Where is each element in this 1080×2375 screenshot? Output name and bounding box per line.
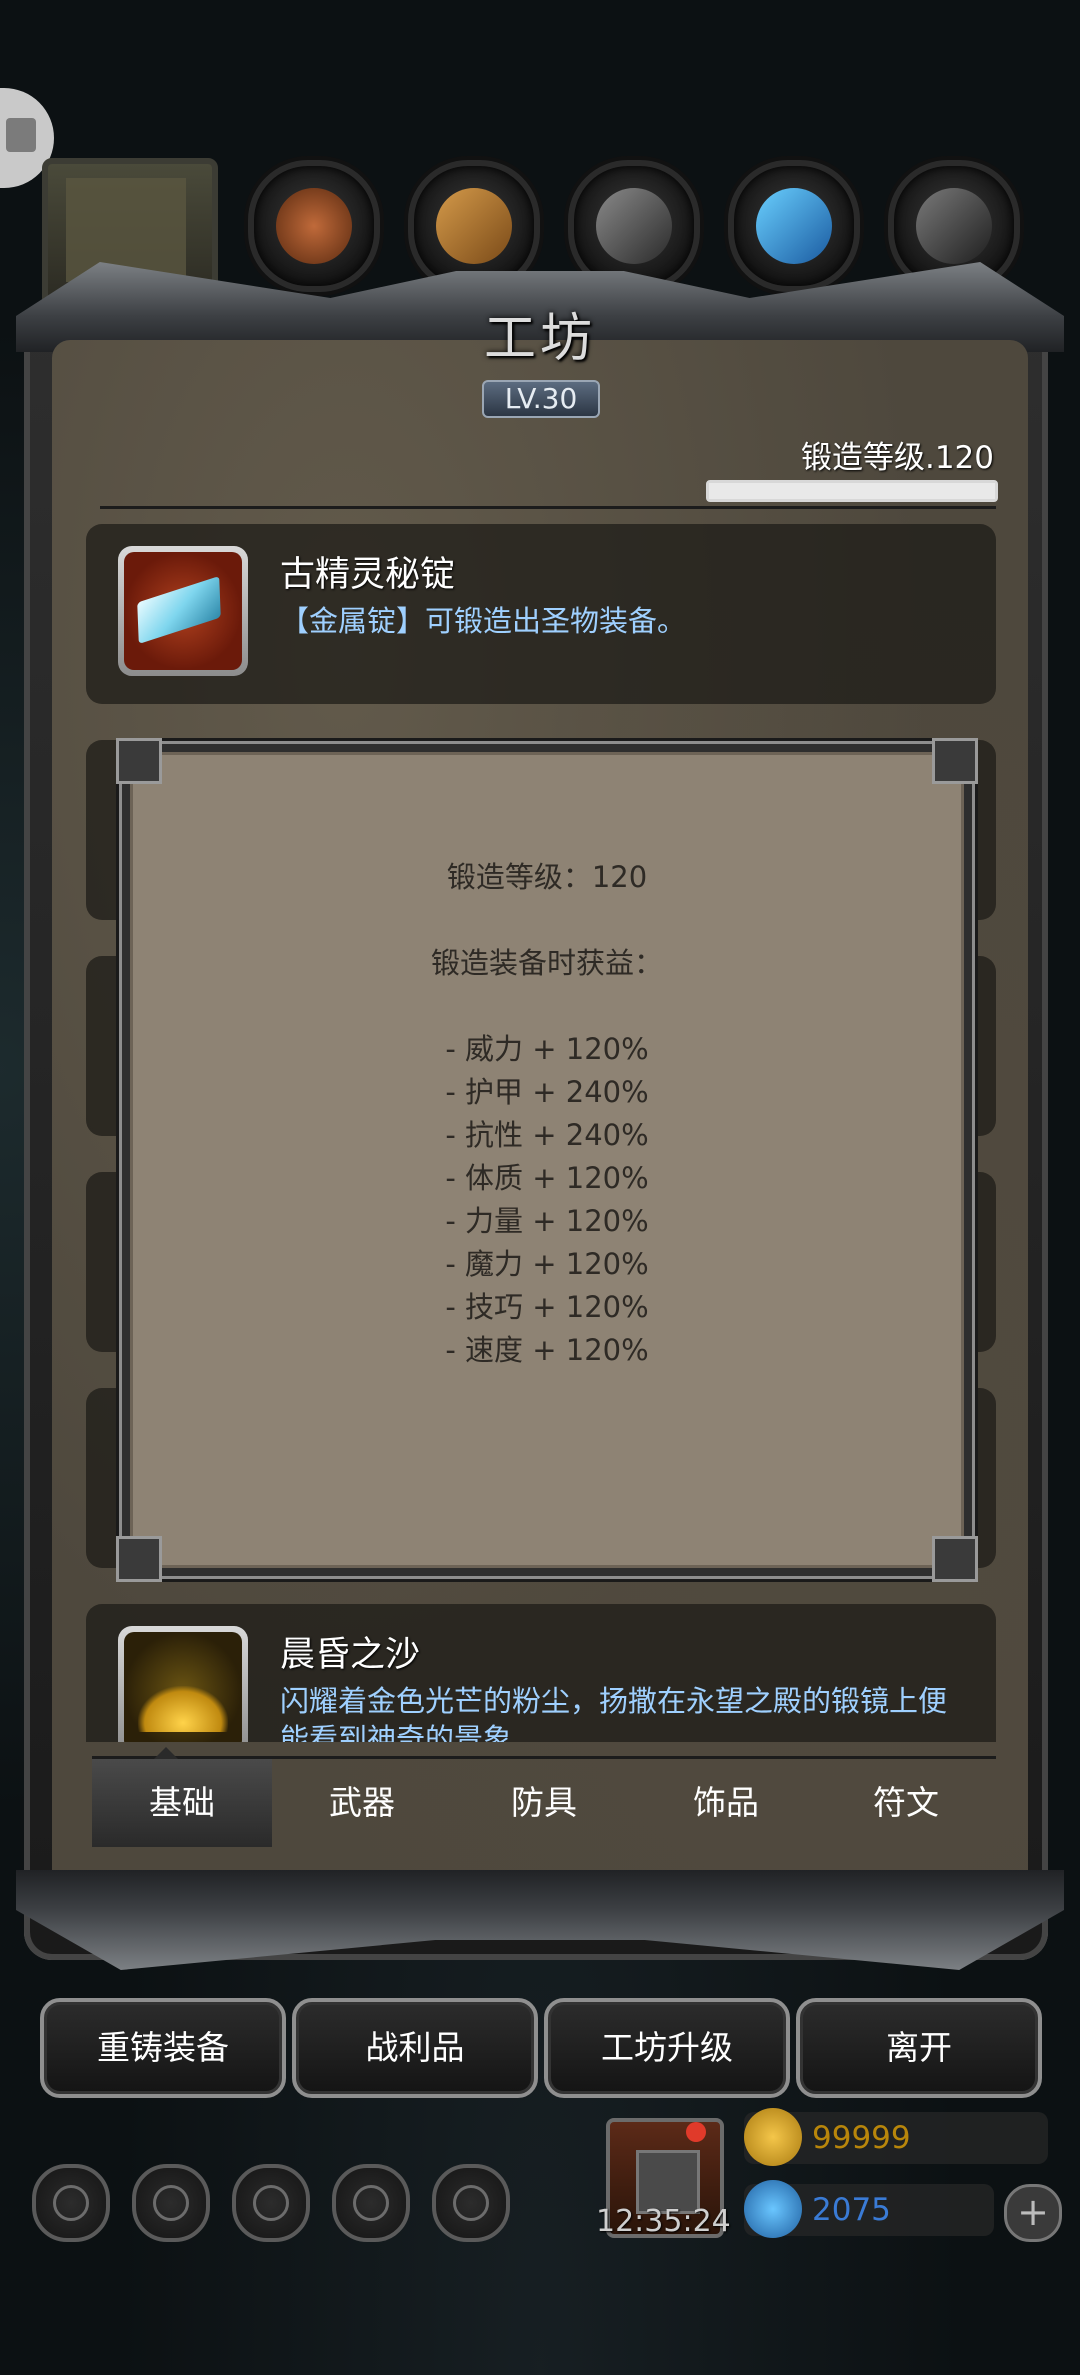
gem-icon <box>744 2180 802 2238</box>
gear-icon <box>53 2185 89 2221</box>
notification-dot <box>686 2122 706 2142</box>
tooltip-bonus-line: - 护甲 + 240% <box>445 1075 649 1109</box>
forge-level-progress <box>706 480 998 502</box>
tooltip-bonus-line: - 技巧 + 120% <box>445 1290 649 1324</box>
wood-icon <box>436 188 512 264</box>
tooltip-bonus-line: - 魔力 + 120% <box>445 1247 649 1281</box>
book-icon <box>253 2185 289 2221</box>
blue-ingot-icon <box>124 552 242 670</box>
divider <box>100 506 996 509</box>
tooltip-bonus-line: - 体质 + 120% <box>445 1161 649 1195</box>
forge-level-tooltip: 锻造等级：120 锻造装备时获益： - 威力 + 120% - 护甲 + 240… <box>116 738 978 1582</box>
tooltip-corner <box>116 1536 162 1582</box>
reforge-equipment-button[interactable]: 重铸装备 <box>40 1998 286 2098</box>
leave-button[interactable]: 离开 <box>796 1998 1042 2098</box>
tooltip-bonus-heading: 锻造装备时获益： <box>430 946 663 980</box>
forge-level-progress-fill <box>709 483 995 499</box>
share-button[interactable] <box>432 2164 510 2242</box>
tooltip-corner <box>932 1536 978 1582</box>
golden-sand-icon <box>124 1632 242 1742</box>
item-description: 闪耀着金色光芒的粉尘，扬撒在永望之殿的锻镜上便能看到神奇的景象 <box>280 1684 948 1742</box>
workshop-upgrade-button[interactable]: 工坊升级 <box>544 1998 790 2098</box>
tab-accessories[interactable]: 饰品 <box>636 1759 816 1847</box>
settings-button[interactable] <box>32 2164 110 2242</box>
tab-runes[interactable]: 符文 <box>816 1759 996 1847</box>
castle-icon <box>6 118 36 152</box>
add-gems-button[interactable]: + <box>1004 2184 1062 2242</box>
tooltip-forge-level: 锻造等级：120 <box>446 860 648 894</box>
gold-coin-icon <box>744 2108 802 2166</box>
codex-button[interactable] <box>232 2164 310 2242</box>
gold-amount: 99999 <box>812 2120 911 2156</box>
gem-amount: 2075 <box>812 2192 891 2228</box>
list-item[interactable]: 古精灵秘锭 【金属锭】可锻造出圣物装备。 <box>86 524 996 704</box>
share-icon <box>453 2185 489 2221</box>
star-icon <box>153 2185 189 2221</box>
tooltip-bonus-line: - 抗性 + 240% <box>445 1118 649 1152</box>
mail-button[interactable] <box>332 2164 410 2242</box>
metal-icon <box>596 188 672 264</box>
tab-basic[interactable]: 基础 <box>92 1759 272 1847</box>
tooltip-bonus-line: - 速度 + 120% <box>445 1333 649 1367</box>
gem-counter: 2075 <box>744 2180 994 2238</box>
category-tab-leather[interactable] <box>248 160 380 292</box>
crystal-icon <box>756 188 832 264</box>
material-tabs: 基础 武器 防具 饰品 符文 <box>92 1747 996 1847</box>
tooltip-bonus-line: - 力量 + 120% <box>445 1204 649 1238</box>
gold-counter: 99999 <box>744 2108 1048 2166</box>
item-name: 古精灵秘锭 <box>280 555 456 595</box>
forge-level-label: 锻造等级.120 <box>800 440 994 476</box>
list-item[interactable]: 晨昏之沙 闪耀着金色光芒的粉尘，扬撒在永望之殿的锻镜上便能看到神奇的景象 <box>86 1604 996 1742</box>
item-icon-frame <box>118 1626 248 1742</box>
tab-armor[interactable]: 防具 <box>454 1759 634 1847</box>
item-description: 【金属锭】可锻造出圣物装备。 <box>280 604 687 638</box>
tooltip-corner <box>116 738 162 784</box>
tab-weapons[interactable]: 武器 <box>272 1759 452 1847</box>
clock: 12:35:24 <box>596 2204 731 2239</box>
leather-icon <box>276 188 352 264</box>
loot-button[interactable]: 战利品 <box>292 1998 538 2098</box>
ingot-stack-icon <box>916 188 992 264</box>
achievements-button[interactable] <box>132 2164 210 2242</box>
category-tab-crystal[interactable] <box>728 160 860 292</box>
tooltip-corner <box>932 738 978 784</box>
item-name: 晨昏之沙 <box>280 1635 421 1675</box>
page-title: 工坊 <box>483 309 596 369</box>
mail-icon <box>353 2185 389 2221</box>
workshop-level-badge: LV.30 <box>482 380 600 418</box>
tooltip-bonus-line: - 威力 + 120% <box>445 1032 649 1066</box>
tab-indicator-icon <box>154 1747 178 1759</box>
item-icon-frame <box>118 546 248 676</box>
